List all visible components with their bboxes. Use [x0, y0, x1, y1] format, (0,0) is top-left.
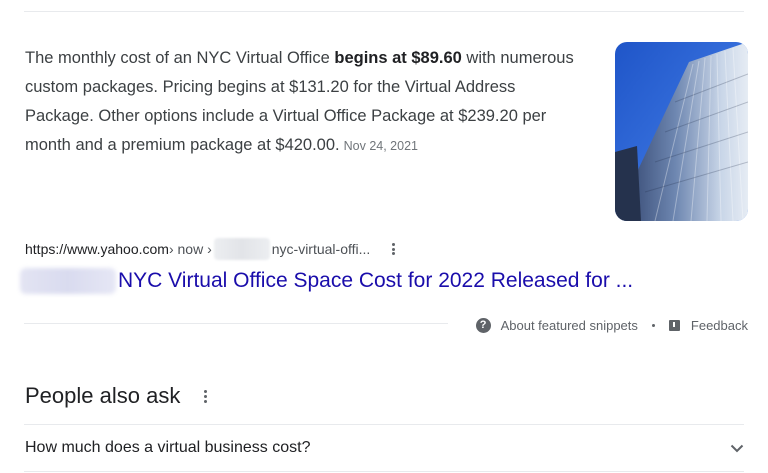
separator-dot: [651, 323, 655, 327]
result-title-link[interactable]: NYC Virtual Office Space Cost for 2022 R…: [118, 269, 633, 293]
skyscraper-image: [615, 42, 748, 221]
redacted-title-prefix: [20, 268, 116, 294]
about-featured-snippets-link[interactable]: About featured snippets: [501, 318, 638, 333]
result-title-row: NYC Virtual Office Space Cost for 2022 R…: [20, 264, 633, 298]
result-url-slug: nyc-virtual-offi...: [271, 241, 371, 257]
feedback-link[interactable]: Feedback: [691, 318, 748, 333]
featured-snippet-text: The monthly cost of an NYC Virtual Offic…: [25, 44, 585, 161]
flag-icon: [668, 319, 680, 331]
snippet-highlight: begins at $89.60: [334, 49, 462, 67]
people-also-ask-title: People also ask: [25, 383, 181, 408]
snippet-feedback-bar: ? About featured snippets Feedback: [475, 315, 748, 335]
more-options-icon[interactable]: [392, 243, 396, 255]
help-circle-icon: ?: [475, 317, 491, 333]
snippet-divider: [24, 323, 448, 324]
people-also-ask-heading: People also ask: [25, 383, 208, 409]
snippet-thumbnail-image[interactable]: [615, 42, 748, 221]
result-url-domain: https://www.yahoo.com: [25, 241, 169, 257]
paa-divider-bottom: [24, 471, 744, 472]
redacted-url-segment: [213, 238, 270, 260]
result-url-breadcrumb[interactable]: https://www.yahoo.com › now › nyc-virtua…: [25, 238, 396, 260]
top-divider: [24, 11, 744, 12]
result-url-path: › now ›: [168, 241, 212, 257]
snippet-date: Nov 24, 2021: [343, 139, 418, 153]
snippet-text-start: The monthly cost of an NYC Virtual Offic…: [25, 49, 335, 67]
paa-question-text: How much does a virtual business cost?: [25, 439, 311, 456]
people-also-ask-menu-icon[interactable]: [204, 389, 208, 403]
paa-question-item[interactable]: How much does a virtual business cost?: [25, 425, 744, 471]
chevron-down-icon: [730, 444, 744, 452]
